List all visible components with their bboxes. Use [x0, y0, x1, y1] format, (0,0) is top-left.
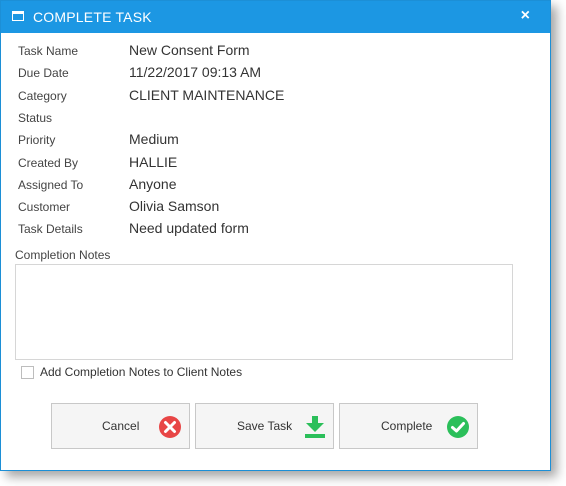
created-by-value: HALLIE — [129, 154, 178, 170]
cancel-button-label: Cancel — [102, 419, 140, 433]
priority-value: Medium — [129, 131, 179, 147]
save-task-button[interactable]: Save Task — [195, 403, 334, 449]
close-icon[interactable]: × — [521, 7, 530, 25]
priority-label: Priority — [18, 133, 56, 147]
assigned-to-label: Assigned To — [18, 178, 84, 192]
customer-value: Olivia Samson — [129, 198, 220, 214]
dialog-title: COMPLETE TASK — [33, 9, 152, 25]
due-date-value: 11/22/2017 09:13 AM — [129, 64, 262, 80]
save-task-button-label: Save Task — [237, 419, 293, 433]
complete-button[interactable]: Complete — [339, 403, 478, 449]
task-name-value: New Consent Form — [129, 42, 250, 58]
complete-task-dialog: COMPLETE TASK × Task Name New Consent Fo… — [0, 0, 551, 471]
completion-notes-input[interactable] — [15, 264, 513, 360]
cancel-button[interactable]: Cancel — [51, 403, 190, 449]
category-label: Category — [18, 89, 67, 103]
dialog-titlebar: COMPLETE TASK × — [1, 1, 550, 33]
download-arrow-icon — [305, 416, 325, 438]
customer-label: Customer — [18, 200, 71, 214]
created-by-label: Created By — [18, 156, 79, 170]
add-to-client-notes-checkbox[interactable] — [21, 366, 34, 379]
checkmark-circle-icon — [447, 416, 469, 438]
due-date-label: Due Date — [18, 66, 69, 80]
completion-notes-label: Completion Notes — [15, 248, 111, 262]
cancel-x-icon — [159, 416, 181, 438]
complete-button-label: Complete — [381, 419, 433, 433]
category-value: CLIENT MAINTENANCE — [129, 87, 285, 103]
status-label: Status — [18, 111, 53, 125]
task-details-label: Task Details — [18, 222, 83, 236]
task-name-label: Task Name — [18, 44, 79, 58]
task-details-value: Need updated form — [129, 220, 249, 236]
add-to-client-notes-label[interactable]: Add Completion Notes to Client Notes — [40, 365, 242, 379]
assigned-to-value: Anyone — [129, 176, 177, 192]
window-icon — [12, 11, 24, 21]
